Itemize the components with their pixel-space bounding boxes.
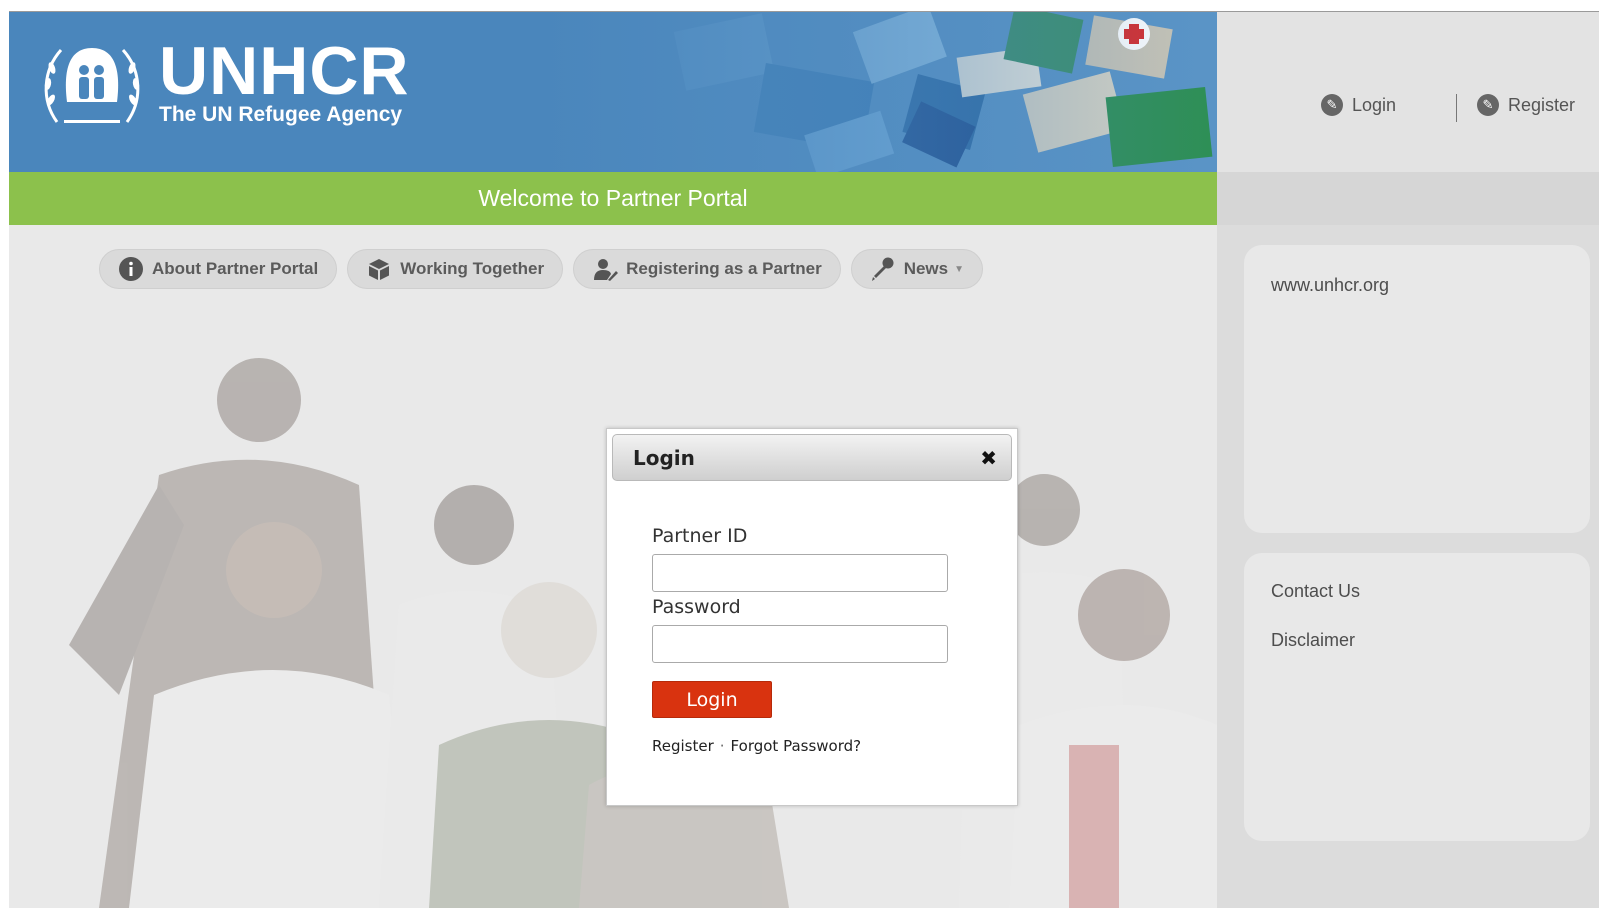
- partner-id-label: Partner ID: [652, 525, 748, 547]
- nav-label: About Partner Portal: [152, 259, 319, 278]
- nav-label: Working Together: [400, 259, 545, 278]
- pencil-icon: ✎: [1477, 94, 1499, 116]
- sidebar-panel-links: www.unhcr.org: [1244, 245, 1590, 533]
- login-dialog-title: Login: [633, 446, 695, 470]
- header-register-link[interactable]: ✎ Register: [1477, 94, 1575, 116]
- main-nav: About Partner Portal Working Together Re…: [99, 249, 993, 289]
- pencil-icon: ✎: [1321, 94, 1343, 116]
- header-login-link[interactable]: ✎ Login: [1321, 94, 1396, 116]
- sidebar-panel-info: Contact Us Disclaimer: [1244, 553, 1590, 841]
- link-separator: ·: [719, 737, 725, 755]
- login-submit-button[interactable]: Login: [652, 681, 772, 718]
- nav-label: Registering as a Partner: [626, 259, 822, 278]
- chevron-down-icon: ▼: [954, 263, 965, 275]
- account-divider: [1456, 94, 1457, 122]
- logo-name: UNHCR: [159, 33, 410, 109]
- login-dialog: Login ✖ Partner ID Password Login Regist…: [606, 428, 1018, 806]
- user-pen-icon: [592, 256, 619, 282]
- nav-about-partner-portal[interactable]: About Partner Portal: [99, 249, 338, 289]
- register-link[interactable]: Register: [652, 737, 714, 755]
- box-icon: [366, 256, 392, 282]
- banner-collage-image: [529, 12, 1217, 172]
- login-dialog-header: Login ✖: [612, 434, 1012, 481]
- login-dialog-links: Register · Forgot Password?: [652, 737, 861, 755]
- unhcr-emblem-icon: [44, 48, 140, 123]
- close-icon[interactable]: ✖: [980, 446, 997, 470]
- nav-registering-as-partner[interactable]: Registering as a Partner: [573, 249, 841, 289]
- link-unhcr-org[interactable]: www.unhcr.org: [1271, 275, 1389, 296]
- link-contact-us[interactable]: Contact Us: [1271, 581, 1360, 602]
- forgot-password-link[interactable]: Forgot Password?: [731, 737, 862, 755]
- nav-news[interactable]: News ▼: [850, 249, 984, 289]
- unhcr-logo[interactable]: UNHCR The UN Refugee Agency: [39, 33, 410, 132]
- password-label: Password: [652, 596, 741, 618]
- info-icon: [118, 256, 144, 282]
- header-login-label: Login: [1352, 94, 1397, 115]
- partner-id-input[interactable]: [652, 554, 948, 592]
- welcome-bar: Welcome to Partner Portal: [9, 172, 1217, 225]
- account-area: [1217, 12, 1599, 172]
- microphone-icon: [870, 256, 896, 282]
- account-area-bar: [1217, 172, 1599, 225]
- header-banner: UNHCR The UN Refugee Agency: [9, 12, 1217, 172]
- password-input[interactable]: [652, 625, 948, 663]
- link-disclaimer[interactable]: Disclaimer: [1271, 630, 1355, 651]
- nav-label: News: [903, 259, 949, 278]
- nav-working-together[interactable]: Working Together: [347, 249, 564, 289]
- logo-text: UNHCR The UN Refugee Agency: [159, 33, 410, 126]
- header-register-label: Register: [1508, 94, 1576, 115]
- logo-tagline: The UN Refugee Agency: [159, 103, 403, 126]
